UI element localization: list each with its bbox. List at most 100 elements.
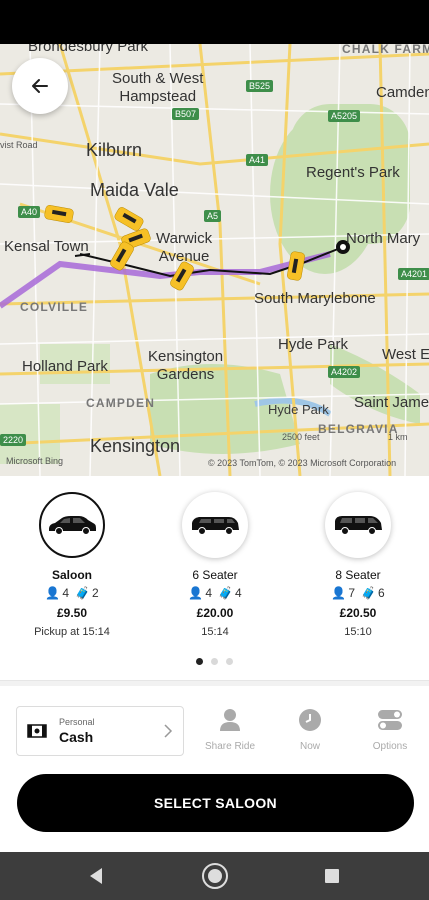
- map-label-campden: CAMPDEN: [86, 396, 156, 410]
- vehicle-price: £9.50: [56, 606, 88, 620]
- road-tag-b525: B525: [246, 80, 274, 92]
- luggage-count: 6: [377, 586, 385, 600]
- luggage-icon: 🧳: [218, 586, 233, 600]
- vehicle-pickup-time: 15:10: [344, 626, 372, 638]
- page-dot-active[interactable]: [196, 658, 203, 665]
- vehicle-price: £20.00: [196, 606, 234, 620]
- map-background: [0, 44, 429, 476]
- vehicle-price: £20.50: [339, 606, 377, 620]
- nav-back-icon[interactable]: [88, 864, 104, 888]
- map-scale-feet: 2500 feet: [282, 432, 320, 442]
- status-bar: [0, 0, 429, 44]
- map-label-south-marylebone: South Marylebone: [254, 290, 376, 307]
- map-label-kensington-gardens: Kensington Gardens: [148, 348, 224, 383]
- chevron-right-icon: [164, 724, 173, 738]
- luggage-count: 4: [234, 586, 242, 600]
- nav-recents-icon[interactable]: [324, 868, 340, 884]
- road-tag-a4202: A4202: [328, 366, 361, 378]
- payment-text: Personal Cash: [59, 717, 163, 745]
- map-label-regents-park: Regent's Park: [306, 164, 400, 181]
- now-button[interactable]: Now: [280, 708, 340, 752]
- vehicle-option-8-seater[interactable]: 8 Seater 👤 7 🧳 6 £20.50 15:10: [303, 492, 413, 638]
- map-label-maida-vale: Maida Vale: [90, 180, 179, 200]
- road-tag-a4201: A4201: [398, 268, 429, 280]
- eight-seater-van-icon: [335, 516, 382, 535]
- page-dot[interactable]: [226, 658, 233, 665]
- vehicle-pickup-time: Pickup at 15:14: [34, 626, 110, 638]
- person-icon: 👤: [331, 586, 347, 600]
- map-label-north-mary: North Mary: [346, 230, 421, 247]
- vehicle-image-8-seater[interactable]: [325, 492, 391, 558]
- map-label-kilburn: Kilburn: [86, 140, 143, 160]
- luggage-icon: 🧳: [75, 586, 90, 600]
- road-tag-a41: A41: [246, 154, 269, 166]
- vehicle-option-6-seater[interactable]: 6 Seater 👤 4 🧳 4 £20.00 15:14: [160, 492, 270, 638]
- map-label-brondesbury: Brondesbury Park: [28, 44, 149, 55]
- luggage-icon: 🧳: [361, 586, 376, 600]
- vehicle-carousel[interactable]: Saloon 👤 4 🧳 2 £9.50 Pickup at 15:14 6 Sea…: [0, 492, 429, 638]
- person-icon: 👤: [188, 586, 204, 600]
- six-seater-van-icon: [192, 517, 239, 535]
- road-tag-a40: A40: [18, 206, 41, 218]
- arrow-left-icon: [32, 79, 48, 93]
- map-label-hampstead: South & West Hampstead: [112, 70, 204, 105]
- map-scale-km: 1 km: [388, 432, 408, 442]
- share-ride-button[interactable]: Share Ride: [200, 708, 260, 752]
- map-label-colville: COLVILLE: [20, 300, 89, 314]
- road-tag-b507: B507: [172, 108, 200, 120]
- now-label: Now: [299, 741, 320, 752]
- vehicle-pickup-time: 15:14: [201, 626, 229, 638]
- vehicle-capacity: 👤 7 🧳 6: [303, 586, 413, 600]
- vehicle-name: 8 Seater: [335, 568, 381, 582]
- luggage-count: 2: [91, 586, 99, 600]
- vehicle-capacity: 👤 4 🧳 4: [160, 586, 270, 600]
- vehicle-capacity: 👤 4 🧳 2: [17, 586, 127, 600]
- map-label-belgravia: BELGRAVIA: [318, 422, 399, 436]
- map-attribution: © 2023 TomTom, © 2023 Microsoft Corporat…: [208, 458, 397, 468]
- vehicle-name: Saloon: [51, 568, 92, 582]
- map-label-hyde-park: Hyde Park: [278, 336, 349, 353]
- map-label-camden: Camden: [376, 84, 429, 101]
- payment-method-selector[interactable]: Personal Cash: [16, 706, 184, 756]
- person-icon: [220, 709, 240, 731]
- map-label-kensal-town: Kensal Town: [4, 238, 89, 255]
- map-label-holland-park: Holland Park: [22, 358, 108, 375]
- passenger-count: 4: [62, 586, 69, 600]
- options-button[interactable]: Options: [360, 708, 420, 752]
- map-label-saint-james: Saint Jame: [354, 394, 429, 411]
- share-ride-label: Share Ride: [204, 741, 256, 752]
- vehicle-option-saloon[interactable]: Saloon 👤 4 🧳 2 £9.50 Pickup at 15:14: [17, 492, 127, 638]
- carousel-pagination: [0, 658, 429, 665]
- passenger-count: 4: [205, 586, 212, 600]
- map-label-chalk-farm: CHALK FARM: [342, 44, 429, 56]
- road-tag-a5: A5: [204, 210, 222, 222]
- vehicle-image-6-seater[interactable]: [182, 492, 248, 558]
- map[interactable]: Brondesbury Park CHALK FARM South & West…: [0, 44, 429, 476]
- clock-icon: [299, 709, 321, 731]
- section-divider: [0, 680, 429, 686]
- booking-sheet: Saloon 👤 4 🧳 2 £9.50 Pickup at 15:14 6 Sea…: [0, 476, 429, 852]
- map-label-kensington: Kensington: [90, 436, 181, 456]
- road-tag-a5205: A5205: [328, 110, 361, 122]
- back-button[interactable]: [12, 58, 68, 114]
- toggle-options-icon: [378, 710, 402, 730]
- vehicle-image-saloon[interactable]: [39, 492, 105, 558]
- vehicle-name: 6 Seater: [192, 568, 238, 582]
- map-label-warwick-avenue: Warwick Avenue: [156, 230, 213, 265]
- select-saloon-button[interactable]: SELECT SALOON: [17, 774, 414, 832]
- road-tag-2220: 2220: [0, 434, 27, 446]
- page-dot[interactable]: [211, 658, 218, 665]
- payment-method: Cash: [59, 729, 94, 745]
- cash-icon: [27, 724, 47, 738]
- map-label-road: vist Road: [0, 140, 38, 150]
- saloon-car-icon: [49, 516, 96, 535]
- map-label-hyde-park-small: Hyde Park: [268, 402, 329, 417]
- map-bing-logo: Microsoft Bing: [6, 456, 64, 466]
- person-icon: 👤: [45, 586, 61, 600]
- payment-type: Personal: [59, 717, 95, 727]
- map-label-west-end: West E: [382, 346, 429, 363]
- passenger-count: 7: [348, 586, 355, 600]
- android-navigation-bar: [0, 852, 429, 900]
- nav-home-icon[interactable]: [201, 862, 229, 890]
- options-label: Options: [372, 741, 408, 752]
